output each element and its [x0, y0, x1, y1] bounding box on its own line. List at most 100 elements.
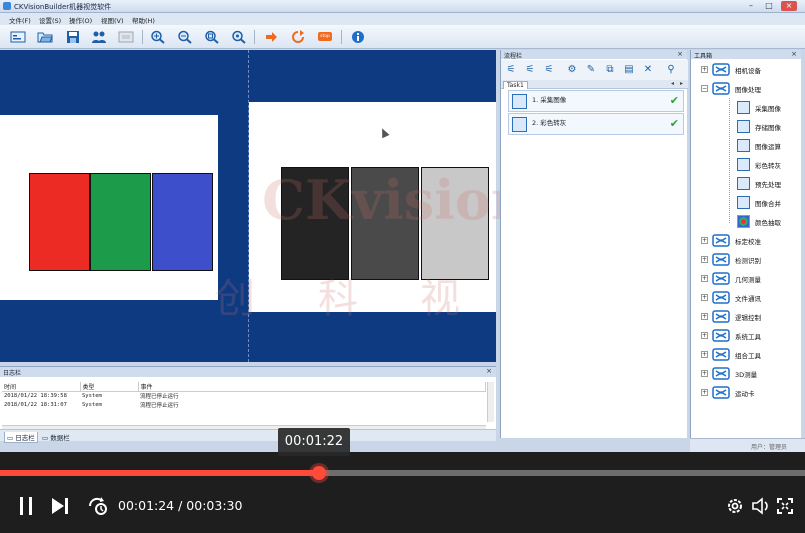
minimize-icon[interactable]: – — [745, 1, 757, 11]
expand-icon[interactable]: + — [701, 370, 708, 377]
run-loop-icon[interactable] — [290, 30, 306, 44]
column-header[interactable]: 时间 — [2, 382, 81, 392]
toolbox-tool-label: 彩色转灰 — [755, 162, 781, 170]
zoom-actual-icon[interactable] — [231, 30, 247, 44]
insert-task-icon[interactable]: ⚟ — [524, 64, 536, 76]
expand-icon[interactable]: + — [701, 351, 708, 358]
menu-view[interactable]: 视图(V) — [101, 15, 124, 25]
toolbox-group[interactable]: + 文件通讯 — [701, 290, 796, 306]
log-vertical-scrollbar[interactable] — [487, 382, 494, 422]
close-icon[interactable]: × — [791, 50, 797, 58]
tool-icon — [737, 101, 750, 114]
table-row[interactable]: 2018/01/22 18:31:07 System 流程已停止运行 — [2, 401, 486, 410]
menu-help[interactable]: 帮助(H) — [132, 15, 155, 25]
expand-icon[interactable]: + — [701, 237, 708, 244]
users-icon[interactable] — [91, 30, 107, 44]
toolbox-tool[interactable]: 彩色转灰 — [737, 157, 797, 173]
user-icon[interactable]: ⚲ — [665, 64, 677, 76]
toolbox-group[interactable]: + 组合工具 — [701, 347, 796, 363]
image-view[interactable]: CKvision 创 科 视 觉 — [0, 50, 560, 362]
source-image-pane[interactable] — [0, 50, 248, 362]
next-button[interactable] — [50, 497, 70, 515]
close-icon[interactable]: × — [677, 50, 683, 58]
new-icon[interactable] — [10, 30, 26, 44]
stop-icon: stop — [318, 32, 332, 41]
expand-icon[interactable]: + — [701, 256, 708, 263]
zoom-in-icon[interactable] — [150, 30, 166, 44]
toolbox-tool[interactable]: 颜色抽取 — [737, 214, 797, 230]
pause-button[interactable] — [17, 496, 35, 516]
close-icon[interactable]: × — [486, 367, 492, 375]
expand-icon[interactable]: + — [701, 389, 708, 396]
toolbox-tool[interactable]: 存储图像 — [737, 119, 797, 135]
tool-group-icon — [712, 272, 730, 285]
settings-button[interactable] — [726, 497, 744, 515]
log-event: 流程已停止运行 — [140, 403, 179, 409]
toolbox-group[interactable]: + 检测识别 — [701, 252, 796, 268]
stop-button[interactable]: stop — [317, 30, 333, 44]
flow-step[interactable]: 2. 彩色转灰 ✔ — [508, 113, 684, 135]
toolbar: stop — [0, 25, 805, 49]
tab-data[interactable]: ▭ 数据栏 — [42, 432, 70, 442]
maximize-icon[interactable]: □ — [763, 1, 775, 11]
menu-file[interactable]: 文件(F) — [9, 15, 31, 25]
volume-button[interactable] — [751, 497, 771, 515]
save-icon[interactable] — [65, 30, 81, 44]
expand-icon[interactable]: + — [701, 275, 708, 282]
zoom-out-icon[interactable] — [177, 30, 193, 44]
toolbox-group[interactable]: + 标定校准 — [701, 233, 796, 249]
menu-settings[interactable]: 设置(S) — [39, 15, 61, 25]
column-header[interactable]: 类型 — [80, 382, 139, 392]
toolbox-group[interactable]: +3D测量 — [701, 366, 796, 382]
toolbox-group[interactable]: + 系统工具 — [701, 328, 796, 344]
flow-step[interactable]: 1. 采集图像 ✔ — [508, 90, 684, 112]
column-header[interactable]: 事件 — [138, 382, 486, 392]
toolbox-group[interactable]: + 几何测量 — [701, 271, 796, 287]
device-icon[interactable] — [118, 30, 134, 44]
fullscreen-button[interactable] — [776, 497, 794, 515]
expand-icon[interactable]: + — [701, 294, 708, 301]
toolbox-group[interactable]: + 逻辑控制 — [701, 309, 796, 325]
run-once-icon[interactable] — [263, 30, 279, 44]
progress-knob[interactable] — [311, 466, 326, 480]
toolbox-group[interactable]: − 图像处理 — [701, 81, 796, 97]
progress-bar[interactable] — [0, 466, 805, 480]
edit-icon[interactable]: ✎ — [585, 64, 597, 76]
close-icon[interactable]: × — [781, 1, 797, 11]
blue-block — [152, 173, 213, 271]
toolbox-tool[interactable]: 采集图像 — [737, 100, 797, 116]
copy-icon[interactable]: ⧉ — [604, 64, 616, 76]
paste-icon[interactable]: ▤ — [623, 64, 635, 76]
log-event: 流程已停止运行 — [140, 394, 179, 401]
zoom-fit-icon[interactable] — [204, 30, 220, 44]
expand-icon[interactable]: + — [701, 332, 708, 339]
toolbox-tool[interactable]: 图像运算 — [737, 138, 797, 154]
collapse-icon[interactable]: − — [701, 85, 708, 92]
branch-task-icon[interactable]: ⚟ — [543, 64, 555, 76]
tool-icon — [737, 196, 750, 209]
info-icon[interactable] — [350, 30, 366, 44]
tab-task1[interactable]: Task1 — [503, 81, 528, 89]
toolbox-group-label: 3D测量 — [735, 371, 758, 379]
toolbox-tool[interactable]: 预先处理 — [737, 176, 797, 192]
tab-next-icon[interactable]: ▸ — [680, 80, 683, 87]
expand-icon[interactable]: + — [701, 66, 708, 73]
toolbox-group[interactable]: + 相机设备 — [701, 62, 796, 78]
open-folder-icon[interactable] — [37, 30, 53, 44]
settings-icon[interactable]: ⚙ — [566, 64, 578, 76]
delete-icon[interactable]: ✕ — [642, 64, 654, 76]
tab-log[interactable]: ▭ 日志栏 — [4, 432, 38, 443]
menu-operation[interactable]: 操作(O) — [69, 15, 92, 25]
add-task-icon[interactable]: ⚟ — [505, 64, 517, 76]
tool-group-icon — [712, 329, 730, 342]
toolbox-group-label: 运动卡 — [735, 390, 755, 398]
toolbox-tool[interactable]: 图像合并 — [737, 195, 797, 211]
toolbox-group-label: 图像处理 — [735, 86, 761, 94]
progress-fill — [0, 470, 319, 476]
tab-prev-icon[interactable]: ◂ — [671, 80, 674, 87]
expand-icon[interactable]: + — [701, 313, 708, 320]
toolbox-group[interactable]: + 运动卡 — [701, 385, 796, 401]
toolbox-group-label: 组合工具 — [735, 352, 761, 360]
loop-button[interactable] — [86, 495, 110, 517]
table-row[interactable]: 2018/01/22 18:39:58 System 流程已停止运行 — [2, 392, 486, 401]
